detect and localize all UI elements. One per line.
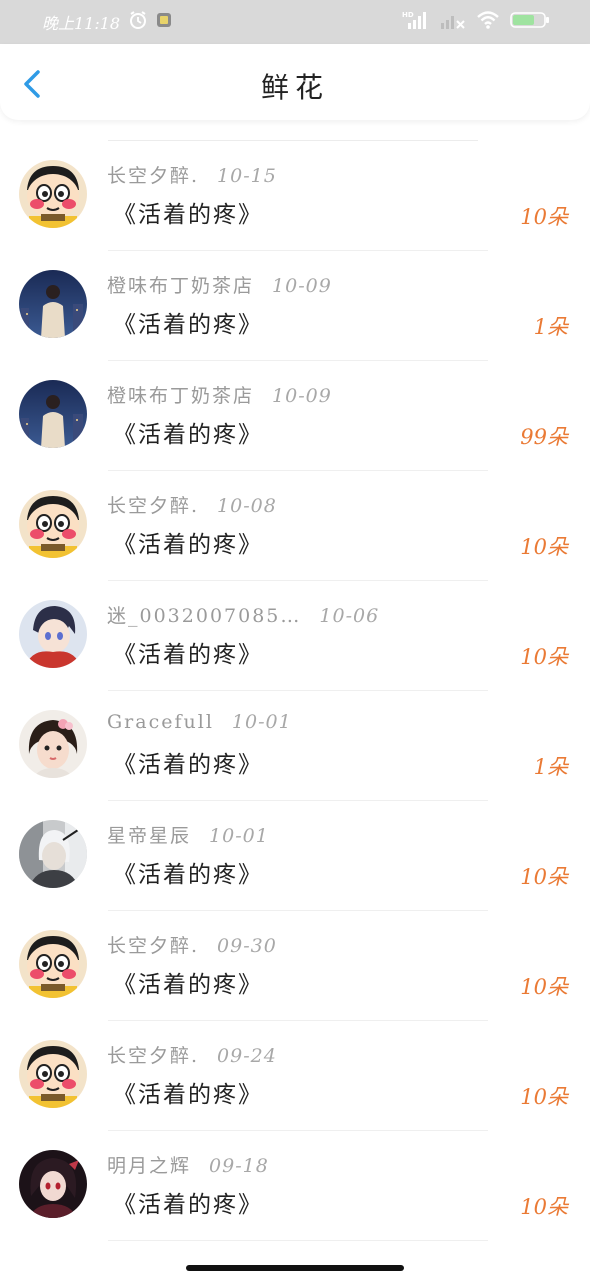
battery-icon (510, 10, 550, 34)
record-date: 10-01 (209, 825, 269, 847)
list-item[interactable]: 长空夕醉. 09-24 《活着的疼》 10朵 (0, 1021, 590, 1131)
user-name[interactable]: 长空夕醉. (107, 1045, 199, 1067)
record-meta: 星帝星辰 10-01 (107, 821, 269, 848)
flower-count: 10朵 (520, 645, 568, 669)
record-meta: 明月之辉 09-18 (107, 1151, 269, 1178)
no-signal-icon (440, 10, 466, 34)
flower-count: 10朵 (520, 865, 568, 889)
avatar[interactable] (19, 160, 87, 228)
list-item[interactable]: 星帝星辰 10-01 《活着的疼》 10朵 (0, 801, 590, 911)
book-title[interactable]: 《活着的疼》 (113, 965, 263, 999)
book-title[interactable]: 《活着的疼》 (113, 195, 263, 229)
record-date: 09-30 (217, 935, 277, 957)
list-item[interactable]: 长空夕醉. 10-08 《活着的疼》 10朵 (0, 471, 590, 581)
avatar[interactable] (19, 270, 87, 338)
signal-strength-icon: HD (402, 10, 430, 34)
flower-count: 10朵 (520, 975, 568, 999)
record-date: 10-01 (231, 711, 292, 733)
record-date: 10-09 (272, 275, 332, 297)
user-name[interactable]: 长空夕醉. (107, 165, 199, 187)
list-item[interactable]: Gracefull 10-01 《活着的疼》 1朵 (0, 691, 590, 801)
record-meta: 橙味布丁奶茶店 10-09 (107, 381, 332, 408)
record-date: 10-08 (217, 495, 277, 517)
record-date: 09-24 (217, 1045, 277, 1067)
user-name[interactable]: 橙味布丁奶茶店 (107, 385, 254, 407)
user-name[interactable]: 明月之辉 (107, 1155, 191, 1177)
avatar[interactable] (19, 380, 87, 448)
page-title: 鲜花 (260, 71, 329, 104)
svg-text:HD: HD (402, 11, 414, 19)
book-title[interactable]: 《活着的疼》 (113, 855, 263, 889)
book-title[interactable]: 《活着的疼》 (113, 1185, 263, 1219)
flower-count: 99朵 (520, 425, 568, 449)
avatar[interactable] (19, 710, 87, 778)
avatar[interactable] (19, 490, 87, 558)
avatar[interactable] (19, 820, 87, 888)
user-name[interactable]: 橙味布丁奶茶店 (107, 275, 254, 297)
avatar[interactable] (19, 1040, 87, 1108)
book-title[interactable]: 《活着的疼》 (113, 745, 263, 779)
alarm-clock-icon (128, 10, 148, 34)
home-indicator[interactable] (186, 1265, 404, 1271)
user-name[interactable]: 长空夕醉. (107, 495, 199, 517)
status-bar: 晚上11:18 HD 66 HD (0, 0, 590, 44)
book-title[interactable]: 《活着的疼》 (113, 415, 263, 449)
flower-count: 10朵 (520, 1195, 568, 1219)
record-meta: Gracefull 10-01 (107, 711, 292, 733)
user-name[interactable]: 迷_0032007085… (107, 605, 301, 627)
record-meta: 长空夕醉. 10-15 (107, 161, 277, 188)
flower-count: 1朵 (533, 315, 568, 339)
list-item[interactable]: 明月之辉 09-18 《活着的疼》 10朵 (0, 1131, 590, 1241)
book-title[interactable]: 《活着的疼》 (113, 305, 263, 339)
avatar[interactable] (19, 600, 87, 668)
list-item[interactable]: 长空夕醉. 09-30 《活着的疼》 10朵 (0, 911, 590, 1021)
book-title[interactable]: 《活着的疼》 (113, 525, 263, 559)
flower-count: 10朵 (520, 205, 568, 229)
book-title[interactable]: 《活着的疼》 (113, 635, 263, 669)
list-item[interactable]: 迷_0032007085… 10-06 《活着的疼》 10朵 (0, 581, 590, 691)
user-name[interactable]: 星帝星辰 (107, 825, 191, 847)
list-item[interactable]: 橙味布丁奶茶店 10-09 《活着的疼》 99朵 (0, 361, 590, 471)
record-date: 10-15 (217, 165, 277, 187)
user-name[interactable]: Gracefull (107, 711, 214, 733)
flower-count: 10朵 (520, 535, 568, 559)
record-meta: 迷_0032007085… 10-06 (107, 601, 379, 628)
user-name[interactable]: 长空夕醉. (107, 935, 199, 957)
record-date: 09-18 (209, 1155, 269, 1177)
record-meta: 长空夕醉. 09-30 (107, 931, 277, 958)
record-date: 10-06 (319, 605, 380, 627)
record-date: 10-09 (272, 385, 332, 407)
list-item[interactable]: 长空夕醉. 10-15 《活着的疼》 10朵 (0, 141, 590, 251)
status-time: 晚上11:18 (42, 14, 121, 33)
list-item[interactable]: 橙味布丁奶茶店 10-09 《活着的疼》 1朵 (0, 251, 590, 361)
app-notification-icon (156, 12, 172, 32)
flower-count: 1朵 (533, 755, 568, 779)
flower-count: 10朵 (520, 1085, 568, 1109)
list-divider (108, 1240, 488, 1241)
wifi-icon (476, 10, 500, 34)
record-meta: 长空夕醉. 10-08 (107, 491, 277, 518)
book-title[interactable]: 《活着的疼》 (113, 1075, 263, 1109)
title-bar: 鲜花 (0, 44, 590, 120)
record-meta: 橙味布丁奶茶店 10-09 (107, 271, 332, 298)
avatar[interactable] (19, 1150, 87, 1218)
record-meta: 长空夕醉. 09-24 (107, 1041, 277, 1068)
avatar[interactable] (19, 930, 87, 998)
